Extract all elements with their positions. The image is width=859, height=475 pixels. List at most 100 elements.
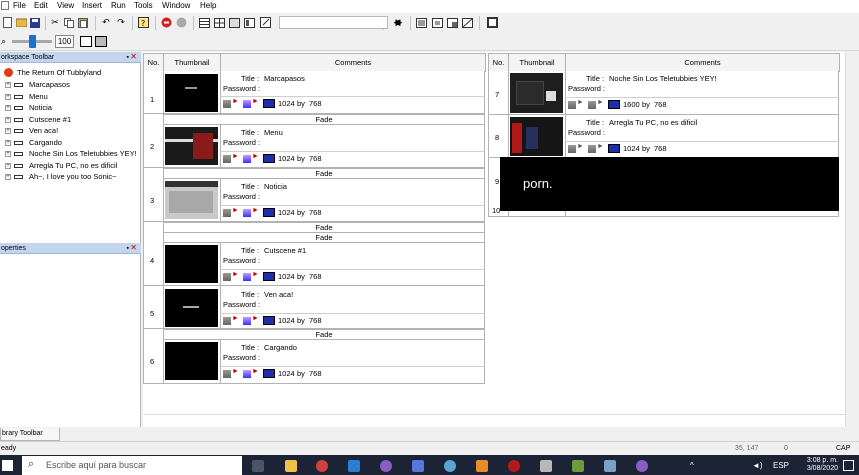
menu-insert[interactable]: Insert	[82, 1, 102, 10]
frame-overlay-icon[interactable]	[446, 16, 458, 29]
library-toolbar-tab[interactable]: brary Toolbar	[0, 428, 60, 441]
tree-root[interactable]: The Return Of Tubbyland	[0, 67, 141, 79]
tray-chevron-icon[interactable]: ^	[690, 461, 694, 470]
gray-button-icon[interactable]	[588, 145, 596, 153]
zoom-slider-handle[interactable]	[29, 35, 36, 48]
taskbar-clock[interactable]: 3:08 p. m. 3/08/2020	[800, 457, 838, 473]
menu-help[interactable]: Help	[200, 1, 216, 10]
stop-disabled-icon[interactable]	[175, 16, 187, 29]
scene-thumbnail[interactable]	[510, 73, 563, 113]
close-icon[interactable]: ✕	[130, 242, 137, 253]
color-button-icon[interactable]	[243, 100, 251, 108]
color-button-icon[interactable]	[243, 370, 251, 378]
tree-item[interactable]: + Noche Sin Los Teletubbies YEY!	[0, 148, 141, 160]
scene-thumbnail[interactable]	[165, 127, 218, 165]
transition-fade[interactable]: Fade	[163, 329, 485, 340]
gray-button-icon[interactable]	[568, 101, 576, 109]
tree-item[interactable]: + Arregla Tu PC, no es dificil	[0, 160, 141, 172]
tree-item[interactable]: + Cargando	[0, 137, 141, 149]
stop-icon[interactable]	[160, 16, 172, 29]
view-grid-icon[interactable]	[213, 16, 225, 29]
gray-button-icon[interactable]	[223, 273, 231, 281]
app-icon[interactable]	[604, 460, 616, 472]
transition-fade[interactable]: Fade	[163, 114, 485, 125]
menu-window[interactable]: Window	[162, 1, 190, 10]
transition-fade[interactable]: Fade	[163, 232, 485, 243]
menu-view[interactable]: View	[57, 1, 74, 10]
app-icon[interactable]	[572, 460, 584, 472]
close-icon[interactable]: ✕	[130, 51, 137, 62]
notification-icon[interactable]	[843, 460, 854, 471]
gray-button-icon[interactable]	[568, 145, 576, 153]
open-folder-icon[interactable]	[15, 16, 27, 29]
paste-icon[interactable]	[77, 16, 89, 29]
vertical-scrollbar[interactable]	[845, 52, 859, 427]
film-icon[interactable]	[486, 16, 498, 29]
chrome-icon[interactable]	[316, 460, 328, 472]
redo-icon[interactable]: ↷	[115, 16, 127, 29]
app-icon[interactable]	[412, 460, 424, 472]
scene-navigator-box[interactable]	[279, 16, 388, 29]
app-icon[interactable]	[508, 460, 520, 472]
file-explorer-icon[interactable]	[285, 460, 297, 472]
tree-expander[interactable]: +	[5, 162, 11, 169]
gray-button-icon[interactable]	[223, 155, 231, 163]
scene-thumbnail[interactable]	[510, 117, 563, 156]
task-view-icon[interactable]	[252, 460, 264, 472]
tree-expander[interactable]: +	[5, 174, 11, 180]
app-icon[interactable]	[476, 460, 488, 472]
color-button-icon[interactable]	[243, 209, 251, 217]
language-indicator[interactable]: ESP	[773, 461, 789, 470]
transition-fade[interactable]: Fade	[163, 168, 485, 179]
tree-item[interactable]: + Noticia	[0, 102, 141, 114]
zoom-value-field[interactable]: 100	[55, 35, 74, 48]
nav-right-icon[interactable]: ▶	[393, 16, 405, 29]
scene-thumbnail[interactable]	[165, 74, 218, 112]
help-icon[interactable]: ?	[137, 16, 149, 29]
gray-button-icon[interactable]	[223, 370, 231, 378]
tree-item[interactable]: + Cutscene #1	[0, 114, 141, 126]
zoom-actual-icon[interactable]	[95, 36, 107, 47]
gray-button-icon[interactable]	[223, 100, 231, 108]
tree-expander[interactable]: +	[5, 105, 11, 111]
tree-expander[interactable]: +	[5, 116, 11, 123]
color-button-icon[interactable]	[243, 317, 251, 325]
undo-icon[interactable]: ↶	[100, 16, 112, 29]
menu-run[interactable]: Run	[111, 1, 126, 10]
tree-item[interactable]: + Menu	[0, 91, 141, 103]
app-icon[interactable]	[540, 460, 552, 472]
tree-expander[interactable]: +	[5, 93, 11, 100]
zoom-fit-icon[interactable]	[80, 36, 92, 47]
save-icon[interactable]	[29, 16, 41, 29]
view-list-icon[interactable]	[198, 16, 210, 29]
color-button-icon[interactable]	[243, 273, 251, 281]
view-thumbs-icon[interactable]	[243, 16, 255, 29]
pin-icon[interactable]: ▪	[127, 52, 129, 63]
tree-item[interactable]: + Ven aca!	[0, 125, 141, 137]
pin-icon[interactable]: ▪	[127, 243, 129, 254]
gray-button-icon[interactable]	[223, 209, 231, 217]
tree-expander[interactable]: +	[5, 82, 11, 88]
tree-expander[interactable]: +	[5, 151, 11, 157]
volume-icon[interactable]: ◄)	[752, 461, 763, 470]
tree-expander[interactable]: +	[5, 139, 11, 146]
gray-button-icon[interactable]	[588, 101, 596, 109]
color-button-icon[interactable]	[243, 155, 251, 163]
horizontal-scrollbar[interactable]	[143, 414, 845, 427]
scene-thumbnail[interactable]	[165, 245, 218, 283]
menu-edit[interactable]: Edit	[34, 1, 48, 10]
new-file-icon[interactable]	[1, 16, 13, 29]
view-details-icon[interactable]	[228, 16, 240, 29]
store-icon[interactable]	[348, 460, 360, 472]
menu-file[interactable]: File	[13, 1, 26, 10]
menu-tools[interactable]: Tools	[134, 1, 153, 10]
frame-small-icon[interactable]	[431, 16, 443, 29]
scene-thumbnail[interactable]	[165, 181, 218, 219]
cut-icon[interactable]: ✂	[49, 16, 61, 29]
copy-icon[interactable]	[63, 16, 75, 29]
frame-icon[interactable]	[415, 16, 427, 29]
scene-thumbnail[interactable]	[165, 342, 218, 380]
gray-button-icon[interactable]	[223, 317, 231, 325]
windows-start-icon[interactable]	[2, 460, 13, 471]
transition-icon[interactable]	[461, 16, 473, 29]
